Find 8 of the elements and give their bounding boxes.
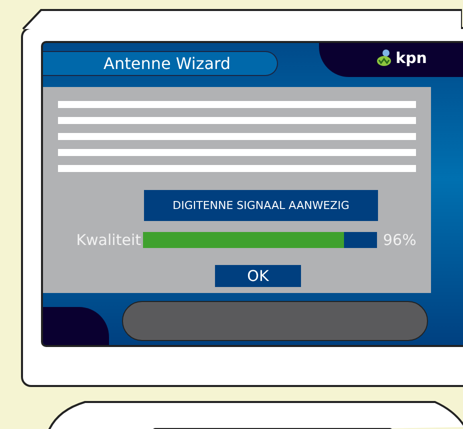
corner-shape (43, 307, 109, 345)
crown-logo-icon (374, 49, 393, 67)
wizard-title: Antenne Wizard (43, 50, 278, 76)
signal-status-label: DIGITENNE SIGNAAL AANWEZIG (144, 190, 378, 221)
ok-button[interactable]: OK (215, 265, 301, 287)
quality-label: Kwaliteit (75, 231, 142, 249)
logo-text: kpn (396, 49, 427, 67)
quality-reading: 96% (383, 231, 416, 249)
